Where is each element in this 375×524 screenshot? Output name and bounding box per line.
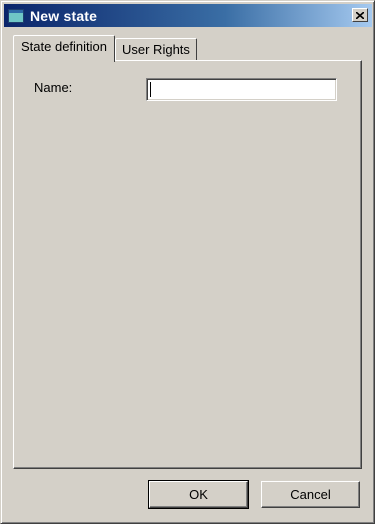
- tab-user-rights[interactable]: User Rights: [115, 38, 197, 60]
- text-cursor: [150, 82, 151, 97]
- ok-button[interactable]: OK: [148, 480, 249, 509]
- tab-state-definition[interactable]: State definition: [13, 35, 116, 62]
- title-bar[interactable]: New state: [4, 4, 372, 27]
- close-icon: [356, 11, 364, 19]
- cancel-button[interactable]: Cancel: [261, 481, 360, 508]
- name-input[interactable]: [146, 78, 337, 101]
- dialog-window: New state State definition User Rights N…: [0, 0, 375, 524]
- name-label: Name:: [34, 80, 73, 95]
- tab-panel: Name:: [13, 60, 362, 469]
- window-title: New state: [30, 7, 98, 24]
- close-button[interactable]: [352, 8, 368, 22]
- app-window-icon: [8, 8, 24, 23]
